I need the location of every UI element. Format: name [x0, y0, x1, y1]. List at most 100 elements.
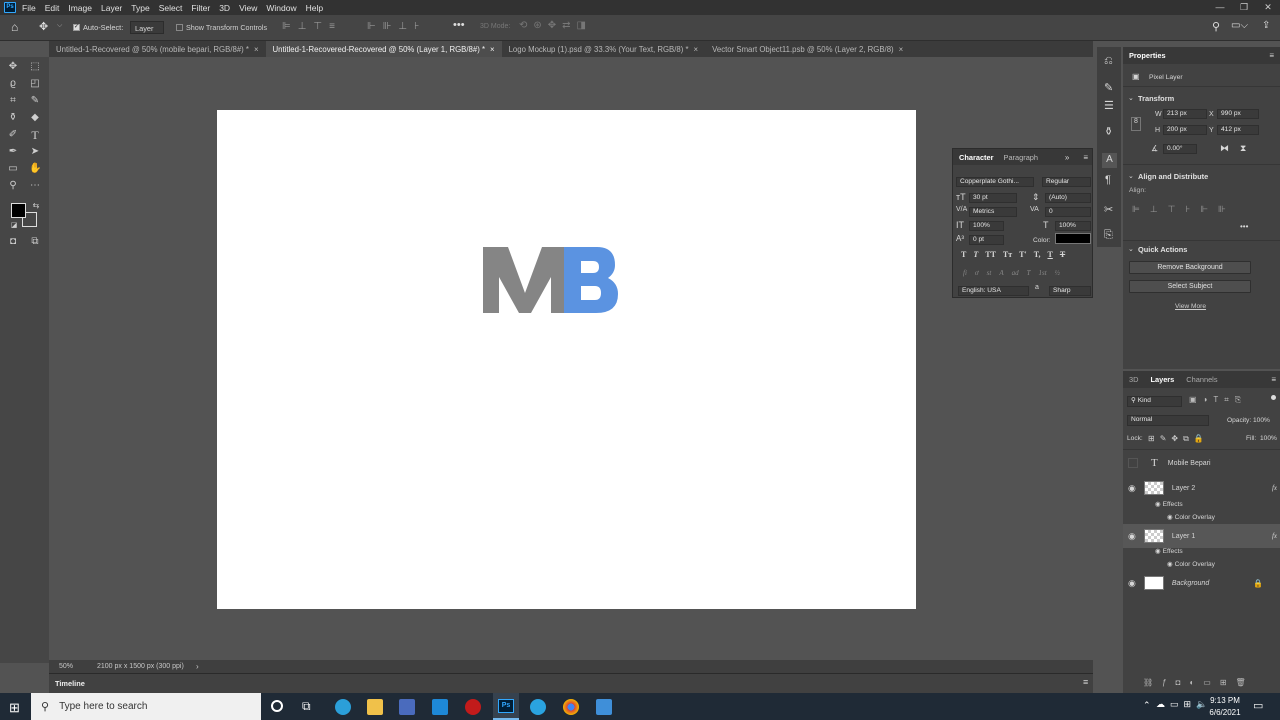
mail-icon[interactable] — [432, 699, 448, 715]
object-selection-tool-icon[interactable]: ◰ — [29, 78, 41, 90]
flip-vertical-icon[interactable]: ⧗ — [1240, 143, 1246, 154]
chrome-icon[interactable] — [563, 699, 579, 715]
effects-row[interactable]: ◉ Effects — [1155, 500, 1183, 508]
color-overlay-row[interactable]: ◉ Color Overlay — [1167, 513, 1215, 521]
marquee-tool-icon[interactable]: ⬚ — [29, 61, 41, 73]
paragraph-panel-icon[interactable]: ¶ — [1105, 174, 1111, 186]
clone-source-icon[interactable]: ⚱ — [1104, 125, 1113, 138]
leading-field[interactable]: (Auto) — [1045, 193, 1091, 203]
task-view-icon[interactable]: ⧉ — [302, 699, 311, 714]
history-icon[interactable]: ⎌ — [1104, 55, 1113, 68]
move-tool-icon[interactable]: ✥ — [39, 20, 48, 33]
close-tab-icon[interactable]: × — [254, 42, 259, 57]
close-icon[interactable]: ✕ — [1256, 0, 1280, 15]
brush-settings-icon[interactable]: ✎ — [1104, 81, 1113, 94]
chevron-right-icon[interactable]: › — [196, 662, 199, 671]
x-position-field[interactable]: 990 px — [1217, 109, 1259, 119]
search-icon[interactable]: ⚲ — [1212, 20, 1220, 33]
quick-mask-icon[interactable]: ◘ — [7, 236, 19, 248]
timeline-tab[interactable]: Timeline — [55, 679, 85, 688]
select-subject-button[interactable]: Select Subject — [1129, 280, 1251, 293]
fx-icon[interactable]: fx — [1272, 532, 1277, 540]
taskbar-time[interactable]: 9:13 PM — [1207, 696, 1243, 705]
eye-icon[interactable]: ◉ — [1167, 561, 1173, 568]
menu-select[interactable]: Select — [159, 3, 183, 13]
zoom-tool-icon[interactable]: ⚲ — [7, 180, 19, 192]
workspace-icon[interactable]: ▭⌵ — [1231, 20, 1248, 31]
layer-filter-icons[interactable]: ▣◑T⌗⎘ — [1189, 395, 1247, 405]
opacity-value[interactable]: 100% — [1253, 417, 1270, 424]
font-style-dropdown[interactable]: Regular — [1042, 177, 1091, 187]
photos-icon[interactable] — [596, 699, 612, 715]
layer-filter-dropdown[interactable]: ⚲ Kind — [1127, 396, 1182, 407]
panel-menu-icon[interactable]: ≡ — [1271, 375, 1276, 384]
dodge-tool-icon[interactable]: ✐ — [7, 129, 19, 141]
tracking-field[interactable]: 0 — [1045, 207, 1091, 217]
tray-chevron-icon[interactable]: ⌃ — [1143, 700, 1151, 711]
more-align-icon[interactable]: ••• — [1240, 222, 1248, 231]
text-color-swatch[interactable] — [1055, 233, 1091, 244]
menu-window[interactable]: Window — [266, 3, 296, 13]
home-icon[interactable]: ⌂ — [11, 20, 18, 34]
menu-help[interactable]: Help — [306, 3, 323, 13]
link-icon[interactable]: 8 — [1131, 117, 1141, 131]
auto-select-checkbox[interactable]: ✓ — [73, 24, 80, 31]
panel-menu-icon[interactable]: ≡ — [1269, 51, 1274, 60]
crop-tool-icon[interactable]: ⌗ — [7, 95, 19, 107]
all-caps-button[interactable]: TT — [985, 250, 996, 259]
ordinals-button[interactable]: 1st — [1039, 269, 1047, 277]
rectangle-tool-icon[interactable]: ▭ — [7, 163, 19, 175]
faux-bold-button[interactable]: T — [961, 250, 966, 259]
tools-preset-icon[interactable]: ✂ — [1104, 203, 1113, 216]
collapse-icon[interactable]: » — [1065, 153, 1069, 162]
minimize-icon[interactable]: — — [1208, 0, 1232, 15]
type-tool-icon[interactable]: T — [29, 129, 41, 141]
tab-document[interactable]: Vector Smart Object11.psb @ 50% (Layer 2… — [705, 41, 910, 57]
layer-row[interactable]: ◉ Layer 2 fx — [1123, 476, 1280, 500]
filter-toggle-icon[interactable] — [1271, 395, 1276, 400]
swap-colors-icon[interactable]: ⇆ — [30, 200, 42, 212]
windows-start-icon[interactable]: ⊞ — [9, 700, 20, 716]
photoshop-taskbar-button[interactable]: Ps — [493, 693, 519, 720]
more-options-icon[interactable]: ••• — [453, 19, 465, 31]
blend-mode-dropdown[interactable]: Normal — [1127, 415, 1209, 426]
tab-channels[interactable]: Channels — [1186, 375, 1217, 384]
eye-icon[interactable]: ◉ — [1128, 483, 1136, 494]
subscript-button[interactable]: T, — [1034, 250, 1041, 259]
screen-mode-icon[interactable]: ⧉ — [29, 236, 41, 248]
stylistic-alternates-button[interactable]: st — [987, 269, 992, 277]
restore-icon[interactable]: ❐ — [1232, 0, 1256, 15]
faux-italic-button[interactable]: T — [973, 250, 978, 259]
layer-footer-icons[interactable]: ⛓ƒ◘◐▭⊞🗑 — [1143, 678, 1255, 687]
file-explorer-icon[interactable] — [367, 699, 383, 715]
strikethrough-button[interactable]: T — [1060, 250, 1065, 259]
view-more-link[interactable]: View More — [1175, 303, 1206, 310]
font-size-field[interactable]: 30 pt — [969, 193, 1017, 203]
contextual-alternates-button[interactable]: T — [1027, 269, 1031, 277]
remove-background-button[interactable]: Remove Background — [1129, 261, 1251, 274]
align-buttons-icon[interactable]: ⊫⊥⊤⊦⊩⊪ — [1132, 204, 1236, 215]
stamp-tool-icon[interactable]: ⚱ — [7, 112, 19, 124]
eraser-tool-icon[interactable]: ◆ — [29, 112, 41, 124]
layer-row-selected[interactable]: ◉ Layer 1 fx — [1123, 524, 1280, 548]
fractions-button[interactable]: ½ — [1055, 269, 1060, 277]
effects-row[interactable]: ◉ Effects — [1155, 547, 1183, 555]
menu-view[interactable]: View — [239, 3, 257, 13]
panel-menu-icon[interactable]: ≡ — [1083, 153, 1088, 162]
libraries-icon[interactable]: ⎘ — [1104, 229, 1113, 242]
small-caps-button[interactable]: Tт — [1003, 250, 1012, 259]
edge-icon[interactable] — [335, 699, 351, 715]
old-style-button[interactable]: ơ — [975, 269, 979, 277]
menu-filter[interactable]: Filter — [191, 3, 210, 13]
eye-icon[interactable]: ◉ — [1128, 578, 1136, 589]
close-tab-icon[interactable]: × — [694, 42, 699, 57]
move-tool-icon[interactable]: ✥ — [7, 61, 19, 73]
chevron-down-icon[interactable]: ⌄ — [1128, 245, 1134, 253]
hand-tool-icon[interactable]: ✋ — [29, 163, 41, 175]
visibility-toggle[interactable] — [1128, 458, 1138, 468]
eye-icon[interactable]: ◉ — [1155, 501, 1161, 508]
zoom-level[interactable]: 50% — [59, 663, 73, 670]
vertical-scale-field[interactable]: 100% — [969, 221, 1004, 231]
menu-layer[interactable]: Layer — [101, 3, 122, 13]
superscript-button[interactable]: T' — [1019, 250, 1027, 259]
